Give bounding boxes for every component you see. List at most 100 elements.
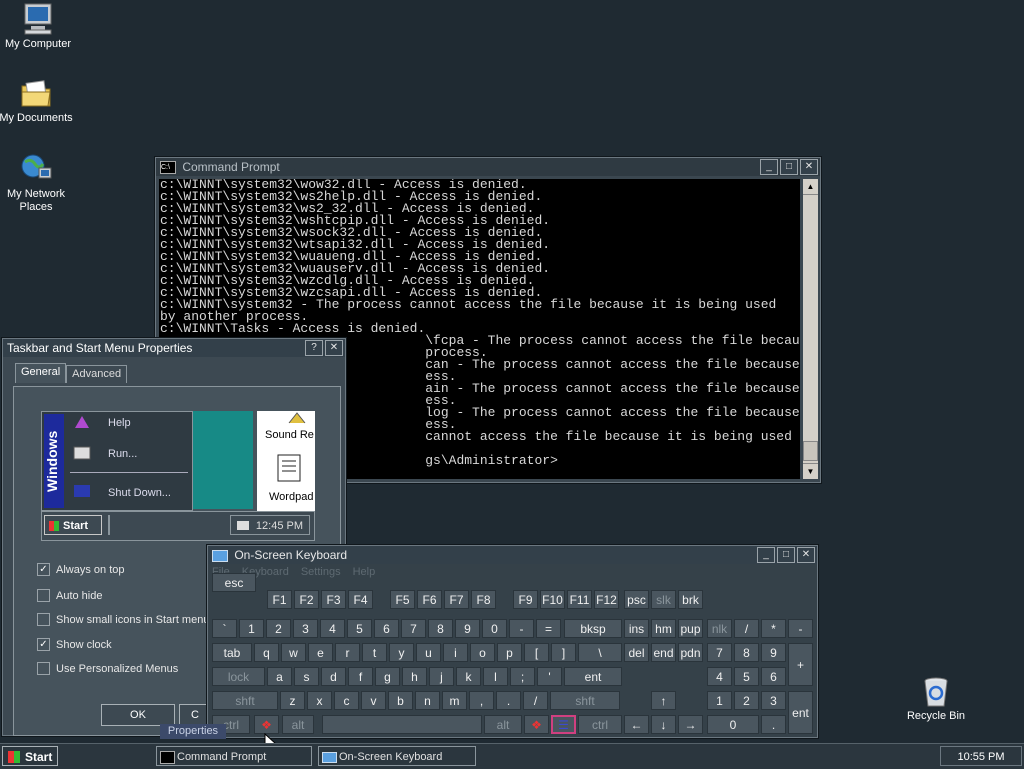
key-up-arrow[interactable]: ↑ — [651, 691, 676, 710]
key-brk[interactable]: brk — [678, 590, 703, 609]
system-tray-clock[interactable]: 10:55 PM — [940, 746, 1022, 766]
key-lock[interactable]: lock — [212, 667, 265, 686]
key-u[interactable]: u — [416, 643, 441, 662]
checkbox[interactable] — [37, 662, 50, 675]
key-del[interactable]: del — [624, 643, 649, 662]
key-alt[interactable]: alt — [484, 715, 522, 734]
help-button[interactable]: ? — [305, 340, 323, 356]
key-alt[interactable]: alt — [282, 715, 314, 734]
key-comma[interactable]: , — [469, 691, 494, 710]
menu-help[interactable]: Help — [353, 566, 376, 578]
key-7[interactable]: 7 — [401, 619, 426, 638]
option-small-icons[interactable]: Show small icons in Start menu — [37, 613, 209, 626]
key-right-arrow[interactable]: → — [678, 715, 703, 734]
key-ctrl[interactable]: ctrl — [578, 715, 622, 734]
key-multiply[interactable]: * — [761, 619, 786, 638]
close-button[interactable]: ✕ — [800, 159, 818, 175]
maximize-button[interactable]: □ — [780, 159, 798, 175]
option-personalized-menus[interactable]: Use Personalized Menus — [37, 662, 178, 675]
taskbar-item-command-prompt[interactable]: Command Prompt — [156, 746, 312, 766]
key-f10[interactable]: F10 — [540, 590, 565, 609]
scroll-down-arrow-icon[interactable]: ▼ — [803, 463, 818, 479]
key-quote[interactable]: ' — [537, 667, 562, 686]
key-menu[interactable]: ☰ — [551, 715, 576, 734]
key-shft[interactable]: shft — [212, 691, 278, 710]
key-o[interactable]: o — [470, 643, 495, 662]
key-backslash[interactable]: \ — [578, 643, 622, 662]
key-v[interactable]: v — [361, 691, 386, 710]
key-f12[interactable]: F12 — [594, 590, 619, 609]
key-lbracket[interactable]: [ — [524, 643, 549, 662]
key-0[interactable]: 0 — [707, 715, 759, 734]
desktop-icon-recycle-bin[interactable]: Recycle Bin — [898, 676, 974, 723]
key-minus[interactable]: - — [509, 619, 534, 638]
key-e[interactable]: e — [308, 643, 333, 662]
key-period[interactable]: . — [496, 691, 521, 710]
option-auto-hide[interactable]: Auto hide — [37, 589, 102, 602]
start-button[interactable]: Start — [2, 746, 58, 766]
tab-general[interactable]: General — [15, 363, 67, 383]
checkbox[interactable]: ✓ — [37, 638, 50, 651]
minimize-button[interactable]: _ — [760, 159, 778, 175]
minimize-button[interactable]: _ — [757, 547, 775, 563]
key-9[interactable]: 9 — [761, 643, 786, 662]
key-r[interactable]: r — [335, 643, 360, 662]
key-ent[interactable]: ent — [564, 667, 622, 686]
key-end[interactable]: end — [651, 643, 676, 662]
key-f6[interactable]: F6 — [417, 590, 442, 609]
ok-button[interactable]: OK — [101, 704, 175, 726]
key-2[interactable]: 2 — [266, 619, 291, 638]
key-c[interactable]: c — [334, 691, 359, 710]
close-button[interactable]: ✕ — [797, 547, 815, 563]
key-8[interactable]: 8 — [428, 619, 453, 638]
key-n[interactable]: n — [415, 691, 440, 710]
close-button[interactable]: ✕ — [325, 340, 343, 356]
key-slash[interactable]: / — [523, 691, 548, 710]
key-f8[interactable]: F8 — [471, 590, 496, 609]
scroll-thumb[interactable] — [803, 441, 818, 461]
key-f3[interactable]: F3 — [321, 590, 346, 609]
key-shft[interactable]: shft — [550, 691, 620, 710]
key-z[interactable]: z — [280, 691, 305, 710]
key-bksp[interactable]: bksp — [564, 619, 622, 638]
key-5[interactable]: 5 — [734, 667, 759, 686]
checkbox[interactable] — [37, 589, 50, 602]
vertical-scrollbar[interactable]: ▲ ▼ — [803, 179, 818, 479]
key-h[interactable]: h — [402, 667, 427, 686]
scroll-up-arrow-icon[interactable]: ▲ — [803, 179, 818, 195]
key-p[interactable]: p — [497, 643, 522, 662]
key-x[interactable]: x — [307, 691, 332, 710]
key-esc[interactable]: esc — [212, 573, 256, 592]
key-j[interactable]: j — [429, 667, 454, 686]
key-k[interactable]: k — [456, 667, 481, 686]
key-g[interactable]: g — [375, 667, 400, 686]
key-pdn[interactable]: pdn — [678, 643, 703, 662]
key-1[interactable]: 1 — [239, 619, 264, 638]
key-l[interactable]: l — [483, 667, 508, 686]
key-5[interactable]: 5 — [347, 619, 372, 638]
key-b[interactable]: b — [388, 691, 413, 710]
key-6[interactable]: 6 — [374, 619, 399, 638]
key-f9[interactable]: F9 — [513, 590, 538, 609]
checkbox[interactable]: ✓ — [37, 563, 50, 576]
key-y[interactable]: y — [389, 643, 414, 662]
option-always-on-top[interactable]: ✓ Always on top — [37, 563, 124, 576]
desktop-icon-my-documents[interactable]: My Documents — [0, 78, 74, 125]
key-1[interactable]: 1 — [707, 691, 732, 710]
key-f5[interactable]: F5 — [390, 590, 415, 609]
key-i[interactable]: i — [443, 643, 468, 662]
key-4[interactable]: 4 — [707, 667, 732, 686]
key-nlk[interactable]: nlk — [707, 619, 732, 638]
key-slk[interactable]: slk — [651, 590, 676, 609]
tab-advanced[interactable]: Advanced — [66, 365, 128, 383]
key-d[interactable]: d — [321, 667, 346, 686]
key-w[interactable]: w — [281, 643, 306, 662]
key-pup[interactable]: pup — [678, 619, 703, 638]
key-period[interactable]: . — [761, 715, 786, 734]
key-2[interactable]: 2 — [734, 691, 759, 710]
key-slash[interactable]: / — [734, 619, 759, 638]
key-space[interactable] — [322, 715, 482, 734]
maximize-button[interactable]: □ — [777, 547, 795, 563]
key-hm[interactable]: hm — [651, 619, 676, 638]
key-8[interactable]: 8 — [734, 643, 759, 662]
